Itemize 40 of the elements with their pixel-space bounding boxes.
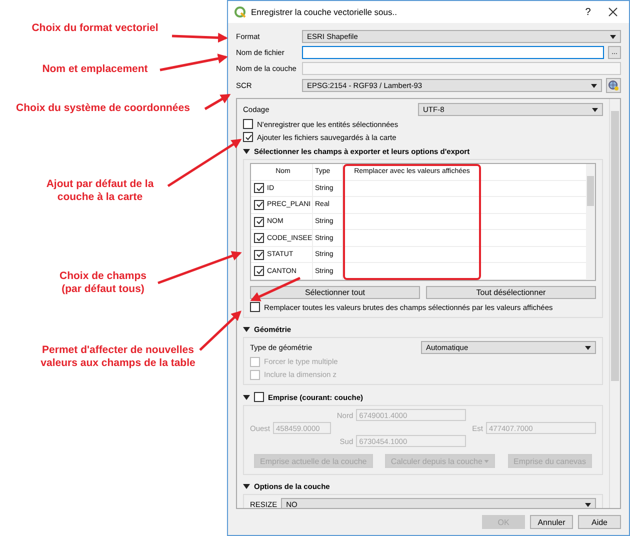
window-title: Enregistrer la couche vectorielle sous.. [251,7,398,17]
checkbox[interactable] [254,216,264,227]
annotation-arrow [199,310,242,351]
annotation-text: Choix du format vectoriel [32,22,158,35]
dialog-button[interactable]: Annuler [530,515,573,529]
checkbox[interactable] [254,233,264,244]
caret-icon [585,502,591,506]
annotation-text: Permet d'affecter de nouvelles valeurs aux champs de la table [40,344,196,370]
annotation-arrow [250,276,301,302]
collapse-triangle-icon[interactable] [243,327,250,332]
annotation-arrow [160,54,228,72]
checkbox[interactable] [243,119,253,129]
select-button[interactable]: Sélectionner tout [250,286,420,299]
caret-icon [591,84,597,88]
scrollbar[interactable] [609,99,620,508]
caret-icon [585,346,591,350]
annotation-arrow [172,32,228,43]
annotation-arrow [204,94,231,110]
annotation-text: Nom et emplacement [42,63,148,76]
checkbox[interactable] [250,302,260,312]
collapse-triangle-icon[interactable] [243,149,250,154]
help-button[interactable]: ? [578,6,598,18]
filename-field[interactable] [302,46,604,59]
caret-icon [610,34,616,38]
layer-name-field[interactable] [302,62,621,75]
checkbox[interactable] [254,200,264,210]
annotation-text: Choix de champs (par défaut tous) [60,270,146,296]
checkbox[interactable] [254,266,264,276]
checkbox[interactable] [243,132,253,142]
checkbox[interactable] [254,250,264,260]
select-button[interactable]: Tout désélectionner [426,286,596,299]
checkbox[interactable] [254,183,264,194]
caret-icon [592,108,598,112]
annotation-text: Ajout par défaut de la couche à la carte [46,178,154,204]
collapse-triangle-icon[interactable] [243,484,250,489]
scrollbar[interactable] [586,164,595,280]
app-logo-icon [234,6,246,18]
dialog-button[interactable]: Aide [578,515,621,529]
annotation-text: Choix du système de coordonnées [16,102,190,115]
globe-icon[interactable] [606,78,621,93]
